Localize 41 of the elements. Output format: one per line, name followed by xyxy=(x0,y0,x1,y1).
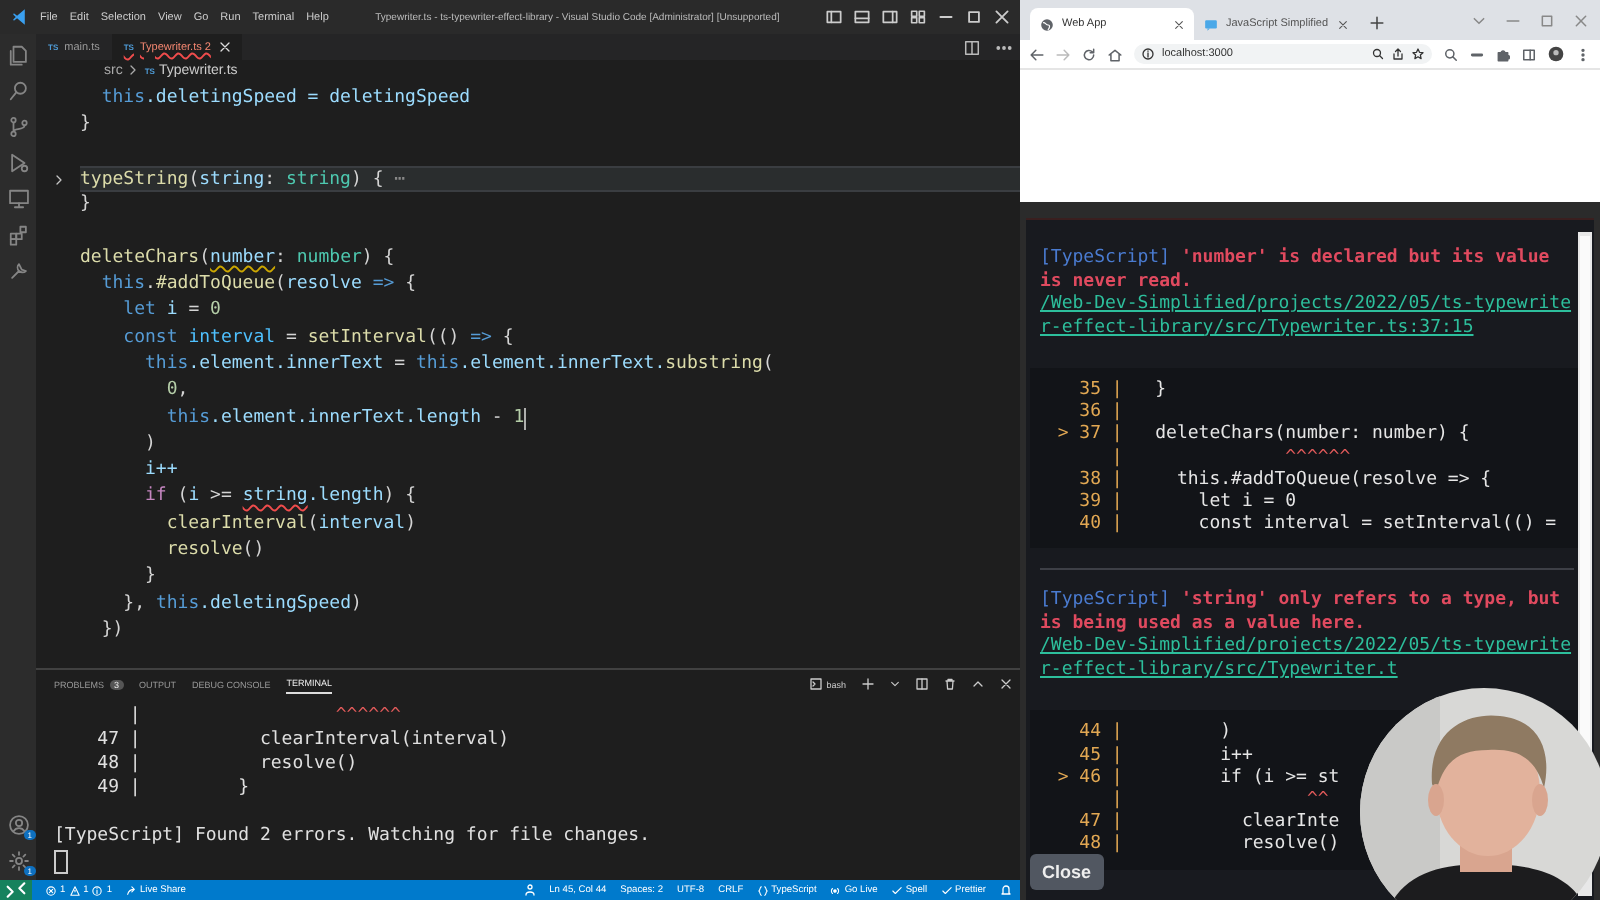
code-line: 35 | } xyxy=(1077,380,1169,402)
error-message: [TypeScript] 'number' is declared but its value is never read. xyxy=(1040,248,1552,294)
code-line: 47 | clearInte xyxy=(1077,812,1342,834)
code-line: 44 | ) xyxy=(1077,722,1234,746)
code-line: if (i >= string.length) { xyxy=(143,484,417,511)
code-line: } xyxy=(143,564,156,591)
code-line: > 46 | if (i >= st xyxy=(1055,767,1342,790)
code-line: ) xyxy=(143,431,156,458)
file-link[interactable]: /Web-Dev-Simplified/projects/2022/05/ts-typewriter-effect-library/src/Typewriter.ts:37:15 xyxy=(1040,294,1571,340)
code-line: 0, xyxy=(164,378,189,405)
error-message: [TypeScript] 'string' only refers to a type, but is being used as a value here. xyxy=(1040,590,1563,636)
code-line: this.deletingSpeed = deletingSpeed xyxy=(99,86,471,112)
code-line: } xyxy=(80,192,91,219)
code-line: | ^^ xyxy=(1109,790,1331,812)
code-line: }, this.deletingSpeed) xyxy=(121,591,362,618)
code-line: this.element.innerText.length - 1 xyxy=(164,405,525,432)
code-line: i++ xyxy=(143,458,178,485)
code-line: 38 | this.#addToQueue(resolve => { xyxy=(1077,469,1494,492)
terminal-line: | ^^^^^^ xyxy=(127,704,403,728)
code-line: resolve() xyxy=(164,538,265,565)
code-line: | ^^^^^^ xyxy=(1109,447,1353,470)
terminal-line: 48 | resolve() xyxy=(95,752,360,776)
code-line: this.#addToQueue(resolve => { xyxy=(99,272,417,299)
code-line: const interval = setInterval(() => { xyxy=(121,325,514,352)
code-line: 39 | let i = 0 xyxy=(1077,492,1299,514)
terminal-line: 49 | } xyxy=(95,776,252,800)
code-line: this.element.innerText = this.element.innerText.substring( xyxy=(143,351,774,378)
code-line: }) xyxy=(99,617,124,644)
code-line: 45 | i++ xyxy=(1077,745,1255,768)
code-line: deleteChars(number: number) { xyxy=(80,245,395,272)
code-line: let i = 0 xyxy=(121,298,221,325)
code-line: 36 | xyxy=(1077,402,1125,424)
code-line: > 37 | deleteChars(number: number) { xyxy=(1055,424,1472,448)
code-line: } xyxy=(80,112,91,139)
code-line: 48 | resolve() xyxy=(1077,834,1342,858)
close-button[interactable]: Close xyxy=(1030,854,1104,890)
code-line: 40 | const interval = setInterval(() = xyxy=(1077,514,1559,537)
file-link[interactable]: /Web-Dev-Simplified/projects/2022/05/ts-typewriter-effect-library/src/Typewriter.t xyxy=(1040,636,1571,683)
terminal-line: [TypeScript] Found 2 errors. Watching for file changes. xyxy=(54,824,653,848)
terminal-line: 47 | clearInterval(interval) xyxy=(95,728,512,752)
code-line: clearInterval(interval) xyxy=(164,511,416,538)
